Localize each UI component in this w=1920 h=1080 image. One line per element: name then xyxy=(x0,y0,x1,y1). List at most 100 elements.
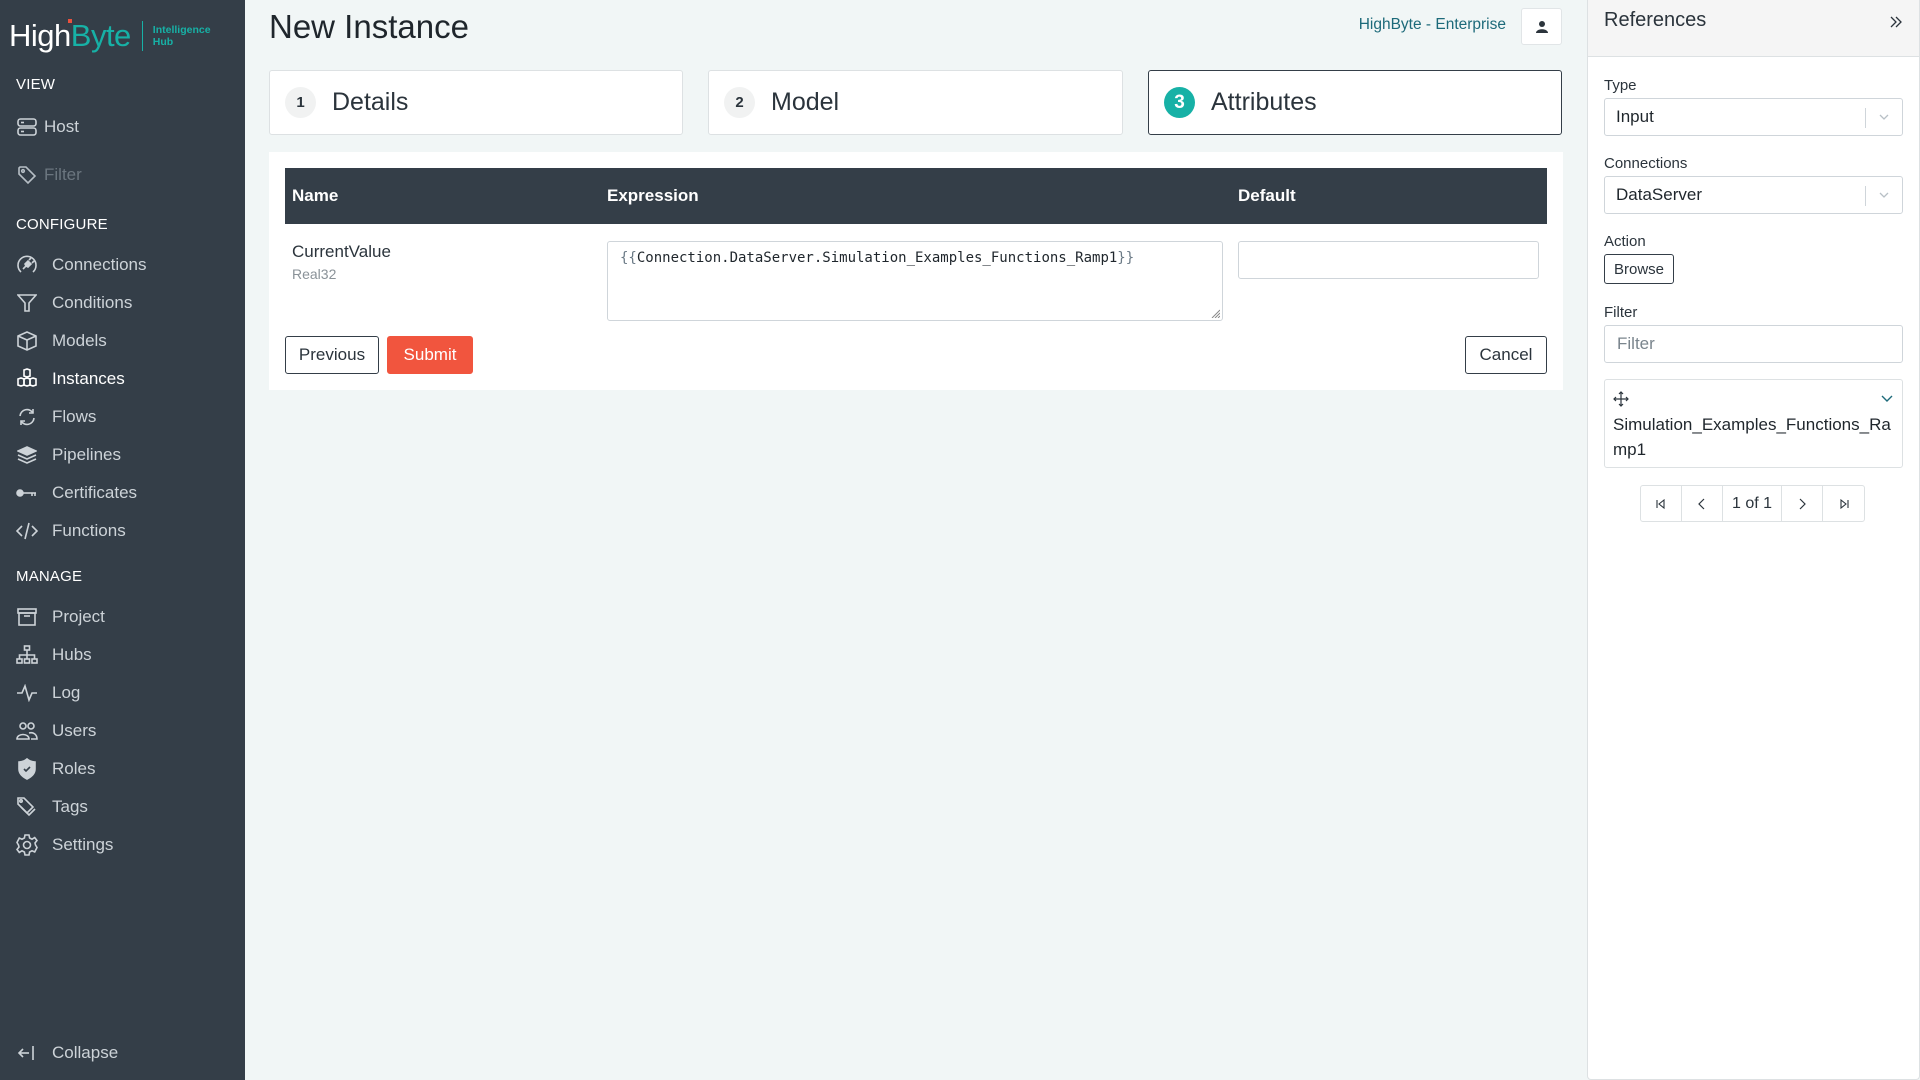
sidebar-item-users[interactable]: Users xyxy=(16,716,231,746)
sidebar-item-flows[interactable]: Flows xyxy=(16,402,231,432)
last-page-button[interactable] xyxy=(1823,486,1864,521)
expression-text: Connection.DataServer.Simulation_Example… xyxy=(636,250,1118,266)
reference-list-item[interactable]: Simulation_Examples_Functions_Ramp1 xyxy=(1604,379,1903,468)
logo-divider xyxy=(141,21,143,51)
cubes-icon xyxy=(16,368,38,390)
column-header-default: Default xyxy=(1238,186,1296,205)
sidebar-item-log[interactable]: Log xyxy=(16,678,231,708)
logo-subtitle-line2: Hub xyxy=(152,36,174,48)
pulse-icon xyxy=(16,682,38,704)
logo-text-high: High xyxy=(9,18,71,53)
sidebar: High Byte Intelligence Hub VIEW Host Filte… xyxy=(0,0,245,1080)
previous-page-button[interactable] xyxy=(1682,486,1723,521)
section-view: VIEW xyxy=(16,76,56,93)
section-configure: CONFIGURE xyxy=(16,216,108,233)
step-number: 3 xyxy=(1164,87,1195,118)
references-title: References xyxy=(1604,9,1707,31)
sidebar-item-label: Filter xyxy=(44,165,82,184)
select-separator xyxy=(1865,108,1866,128)
references-panel: References Type Input Connections DataSe… xyxy=(1587,0,1920,1080)
page-indicator: 1 of 1 xyxy=(1723,486,1782,521)
step-label: Details xyxy=(332,88,409,116)
step-number: 2 xyxy=(724,87,755,118)
page-title: New Instance xyxy=(269,8,469,45)
sidebar-item-host[interactable]: Host xyxy=(16,112,231,142)
section-manage: MANAGE xyxy=(16,568,83,585)
logo-subtitle-line1: Intelligence xyxy=(152,24,211,36)
first-page-icon xyxy=(1656,498,1665,509)
sidebar-item-label: Models xyxy=(52,331,107,350)
sidebar-item-models[interactable]: Models xyxy=(16,326,231,356)
sidebar-item-project[interactable]: Project xyxy=(16,602,231,632)
users-icon xyxy=(16,720,38,742)
resize-grip-icon[interactable] xyxy=(1210,308,1220,318)
attributes-table-header: Name Expression Default xyxy=(285,168,1547,224)
plug-icon xyxy=(16,254,38,276)
sidebar-item-instances[interactable]: Instances xyxy=(16,364,231,394)
archive-icon xyxy=(16,606,38,628)
sidebar-item-label: Host xyxy=(44,117,79,136)
cancel-button[interactable]: Cancel xyxy=(1465,336,1547,374)
sidebar-item-filter[interactable]: Filter xyxy=(16,160,231,190)
attribute-type: Real32 xyxy=(292,266,337,282)
funnel-icon xyxy=(16,292,38,314)
collapse-arrow-icon xyxy=(16,1042,38,1064)
chevron-down-icon xyxy=(1879,192,1889,198)
step-model[interactable]: 2 Model xyxy=(708,70,1123,135)
filter-input[interactable] xyxy=(1604,325,1903,363)
chevron-down-icon xyxy=(1879,114,1889,120)
account-link[interactable]: HighByte - Enterprise xyxy=(1359,16,1506,34)
sync-icon xyxy=(16,406,38,428)
user-menu-button[interactable] xyxy=(1521,8,1562,45)
last-page-icon xyxy=(1839,498,1849,509)
expression-close-brace: }} xyxy=(1117,250,1135,266)
shield-icon xyxy=(16,758,38,780)
filter-label: Filter xyxy=(1604,304,1638,321)
sidebar-collapse-button[interactable]: Collapse xyxy=(16,1038,231,1068)
sidebar-item-label: Functions xyxy=(52,521,126,540)
sidebar-item-label: Tags xyxy=(52,797,88,816)
sidebar-item-certificates[interactable]: Certificates xyxy=(16,478,231,508)
sidebar-item-roles[interactable]: Roles xyxy=(16,754,231,784)
sidebar-item-label: Settings xyxy=(52,835,114,854)
type-label: Type xyxy=(1604,77,1637,94)
sidebar-item-label: Certificates xyxy=(52,483,138,502)
drag-move-icon[interactable] xyxy=(1613,391,1629,407)
sidebar-item-tags[interactable]: Tags xyxy=(16,792,231,822)
sidebar-item-hubs[interactable]: Hubs xyxy=(16,640,231,670)
server-icon xyxy=(16,116,38,138)
browse-button[interactable]: Browse xyxy=(1604,254,1674,284)
expression-textarea[interactable]: {{Connection.DataServer.Simulation_Examp… xyxy=(607,241,1223,321)
step-details[interactable]: 1 Details xyxy=(269,70,683,135)
collapse-panel-icon[interactable] xyxy=(1889,10,1903,34)
default-value-input[interactable] xyxy=(1238,241,1539,279)
sidebar-item-label: Conditions xyxy=(52,293,133,312)
tags-icon xyxy=(16,796,38,818)
connections-select[interactable]: DataServer xyxy=(1604,176,1903,214)
logo-accent-dot xyxy=(68,19,72,23)
sidebar-item-pipelines[interactable]: Pipelines xyxy=(16,440,231,470)
sidebar-item-conditions[interactable]: Conditions xyxy=(16,288,231,318)
reference-name: Simulation_Examples_Functions_Ramp1 xyxy=(1613,415,1891,459)
sidebar-item-connections[interactable]: Connections xyxy=(16,250,231,280)
step-attributes[interactable]: 3 Attributes xyxy=(1148,70,1562,135)
sidebar-item-label: Pipelines xyxy=(52,445,121,464)
connections-label: Connections xyxy=(1604,155,1688,172)
submit-button[interactable]: Submit xyxy=(387,336,473,374)
sidebar-item-label: Roles xyxy=(52,759,96,778)
chevron-down-icon[interactable] xyxy=(1880,392,1894,406)
first-page-button[interactable] xyxy=(1641,486,1682,521)
sidebar-item-label: Flows xyxy=(52,407,97,426)
sidebar-item-label: Log xyxy=(52,683,81,702)
connections-select-value: DataServer xyxy=(1616,185,1702,204)
network-icon xyxy=(16,644,38,666)
type-select[interactable]: Input xyxy=(1604,98,1903,136)
sidebar-item-functions[interactable]: Functions xyxy=(16,516,231,546)
highbyte-logo[interactable]: High Byte Intelligence Hub xyxy=(9,14,211,58)
select-separator xyxy=(1865,186,1866,206)
previous-button[interactable]: Previous xyxy=(285,336,379,374)
next-page-button[interactable] xyxy=(1782,486,1823,521)
sidebar-item-settings[interactable]: Settings xyxy=(16,830,231,860)
sidebar-item-label: Instances xyxy=(52,369,125,388)
sidebar-item-label: Users xyxy=(52,721,97,740)
